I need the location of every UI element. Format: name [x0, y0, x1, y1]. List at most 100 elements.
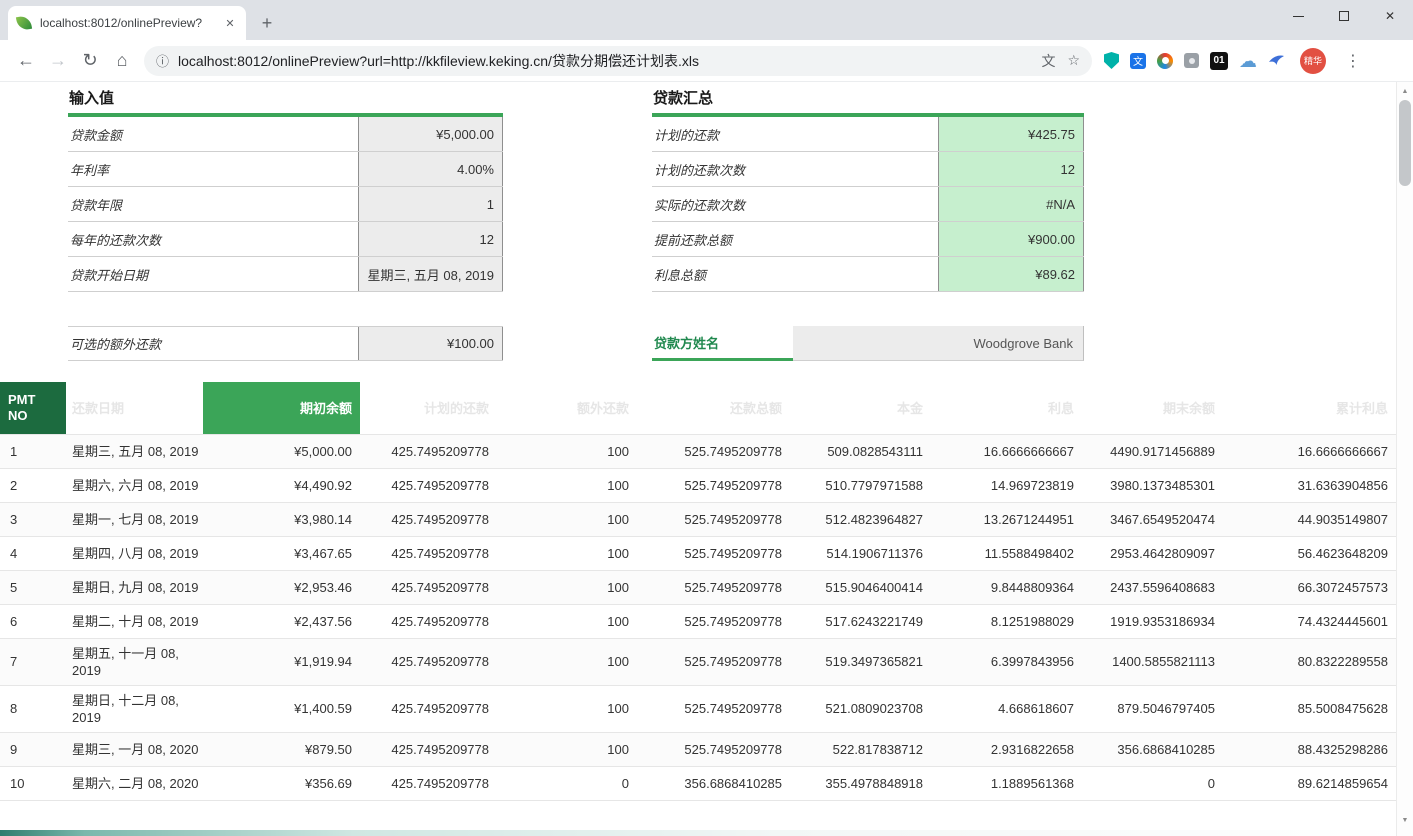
cell-cumulative-interest: 85.5008475628 [1223, 685, 1396, 732]
forward-button[interactable]: → [42, 45, 74, 77]
input-row-value: 1 [358, 187, 503, 221]
home-button[interactable]: ⌂ [106, 45, 138, 77]
cloud-extension-icon[interactable]: ☁ [1239, 52, 1257, 70]
vertical-scrollbar[interactable]: ▲ ▼ [1396, 82, 1413, 836]
schedule-row: 4 星期四, 八月 08, 2019 ¥3,467.65 425.7495209… [0, 536, 1396, 570]
bird-extension-icon[interactable] [1268, 53, 1285, 68]
summary-section-title: 贷款汇总 [652, 84, 1084, 117]
cell-principal: 522.817838712 [790, 732, 931, 766]
input-row-value: 12 [358, 222, 503, 256]
header-total-payment: 还款总额 [637, 382, 790, 434]
extra-payment-row: 可选的额外还款 ¥100.00 [68, 326, 503, 361]
translate-extension-icon[interactable]: 文 [1130, 53, 1146, 69]
cell-end-balance: 0 [1082, 766, 1223, 800]
cell-total-payment: 525.7495209778 [637, 604, 790, 638]
summary-row: 实际的还款次数 #N/A [652, 187, 1084, 222]
shield-extension-icon[interactable] [1104, 52, 1119, 69]
cell-interest: 14.969723819 [931, 468, 1082, 502]
schedule-row: 1 星期三, 五月 08, 2019 ¥5,000.00 425.7495209… [0, 434, 1396, 468]
cell-cumulative-interest: 56.4623648209 [1223, 536, 1396, 570]
summary-spacer-row [652, 292, 1084, 326]
new-tab-button[interactable]: + [254, 10, 280, 36]
round-extension-icon[interactable] [1157, 53, 1173, 69]
cell-cumulative-interest: 89.6214859654 [1223, 766, 1396, 800]
scroll-down-icon[interactable]: ▼ [1397, 812, 1413, 828]
address-bar[interactable]: ⓘ localhost:8012/onlinePreview?url=http:… [144, 46, 1092, 76]
cell-pmt-no: 1 [0, 434, 66, 468]
browser-menu-icon[interactable]: ⋮ [1343, 51, 1363, 71]
cell-begin-balance: ¥4,490.92 [203, 468, 360, 502]
cell-extra-payment: 100 [497, 468, 637, 502]
cell-end-balance: 2437.5596408683 [1082, 570, 1223, 604]
amortization-table: PMT NO 还款日期 期初余额 计划的还款 额外还款 还款总额 本金 利息 期… [0, 382, 1396, 801]
header-scheduled-payment: 计划的还款 [360, 382, 497, 434]
bookmark-star-icon[interactable]: ☆ [1067, 52, 1080, 69]
input-row-label: 贷款金额 [68, 117, 358, 151]
cell-begin-balance: ¥2,953.46 [203, 570, 360, 604]
summary-row-label: 计划的还款次数 [652, 152, 938, 186]
schedule-header-row: PMT NO 还款日期 期初余额 计划的还款 额外还款 还款总额 本金 利息 期… [0, 382, 1396, 434]
cell-scheduled-payment: 425.7495209778 [360, 766, 497, 800]
summary-row: 利息总额 ¥89.62 [652, 257, 1084, 292]
summary-row-label: 利息总额 [652, 257, 938, 291]
input-values-table: 输入值 贷款金额 ¥5,000.00 年利率 4.00% [68, 84, 503, 361]
cell-scheduled-payment: 425.7495209778 [360, 604, 497, 638]
cell-scheduled-payment: 425.7495209778 [360, 638, 497, 685]
cell-extra-payment: 100 [497, 604, 637, 638]
cell-scheduled-payment: 425.7495209778 [360, 685, 497, 732]
translate-icon[interactable]: 文 [1041, 51, 1055, 71]
input-row-label: 年利率 [68, 152, 358, 186]
cell-principal: 509.0828543111 [790, 434, 931, 468]
lender-value: Woodgrove Bank [793, 326, 1084, 361]
input-row-value: ¥5,000.00 [358, 117, 503, 151]
input-row: 贷款金额 ¥5,000.00 [68, 117, 503, 152]
refresh-button[interactable]: ↻ [74, 45, 106, 77]
cell-principal: 519.3497365821 [790, 638, 931, 685]
cell-extra-payment: 100 [497, 434, 637, 468]
cell-principal: 512.4823964827 [790, 502, 931, 536]
cell-pmt-no: 6 [0, 604, 66, 638]
summary-row-value: ¥900.00 [938, 222, 1084, 256]
input-spacer-row [68, 292, 503, 326]
cell-extra-payment: 100 [497, 536, 637, 570]
cell-begin-balance: ¥3,467.65 [203, 536, 360, 570]
maximize-icon [1339, 11, 1349, 21]
gray-extension-icon[interactable] [1184, 53, 1199, 68]
profile-avatar[interactable]: 精华 [1300, 48, 1326, 74]
badge-01-extension-icon[interactable]: 01 [1210, 52, 1228, 70]
close-button[interactable]: ✕ [1367, 0, 1413, 32]
lender-label: 贷款方姓名 [652, 326, 793, 361]
input-row: 年利率 4.00% [68, 152, 503, 187]
maximize-button[interactable] [1321, 0, 1367, 32]
schedule-row: 7 星期五, 十一月 08, 2019 ¥1,919.94 425.749520… [0, 638, 1396, 685]
cell-pmt-no: 5 [0, 570, 66, 604]
cell-total-payment: 525.7495209778 [637, 502, 790, 536]
cell-end-balance: 4490.9171456889 [1082, 434, 1223, 468]
browser-tab[interactable]: localhost:8012/onlinePreview? ✕ [8, 6, 246, 40]
browser-window: localhost:8012/onlinePreview? ✕ + ✕ ← → … [0, 0, 1413, 836]
cell-extra-payment: 100 [497, 732, 637, 766]
summary-row-value: ¥425.75 [938, 117, 1084, 151]
cell-interest: 2.9316822658 [931, 732, 1082, 766]
summary-row-value: #N/A [938, 187, 1084, 221]
input-row: 每年的还款次数 12 [68, 222, 503, 257]
cell-begin-balance: ¥356.69 [203, 766, 360, 800]
scroll-up-icon[interactable]: ▲ [1397, 83, 1413, 99]
scrollbar-thumb[interactable] [1399, 100, 1411, 186]
cell-pmt-no: 2 [0, 468, 66, 502]
page-info-icon[interactable]: ⓘ [156, 51, 169, 70]
back-button[interactable]: ← [10, 45, 42, 77]
cell-cumulative-interest: 74.4324445601 [1223, 604, 1396, 638]
cell-end-balance: 1919.9353186934 [1082, 604, 1223, 638]
header-principal: 本金 [790, 382, 931, 434]
cell-interest: 1.1889561368 [931, 766, 1082, 800]
cell-end-balance: 356.6868410285 [1082, 732, 1223, 766]
cell-extra-payment: 100 [497, 638, 637, 685]
input-section-title: 输入值 [68, 84, 503, 117]
tab-close-icon[interactable]: ✕ [222, 15, 238, 31]
summary-row: 提前还款总额 ¥900.00 [652, 222, 1084, 257]
schedule-row: 2 星期六, 六月 08, 2019 ¥4,490.92 425.7495209… [0, 468, 1396, 502]
cell-principal: 355.4978848918 [790, 766, 931, 800]
minimize-button[interactable] [1275, 0, 1321, 32]
cell-payment-date: 星期日, 十二月 08, 2019 [66, 685, 203, 732]
